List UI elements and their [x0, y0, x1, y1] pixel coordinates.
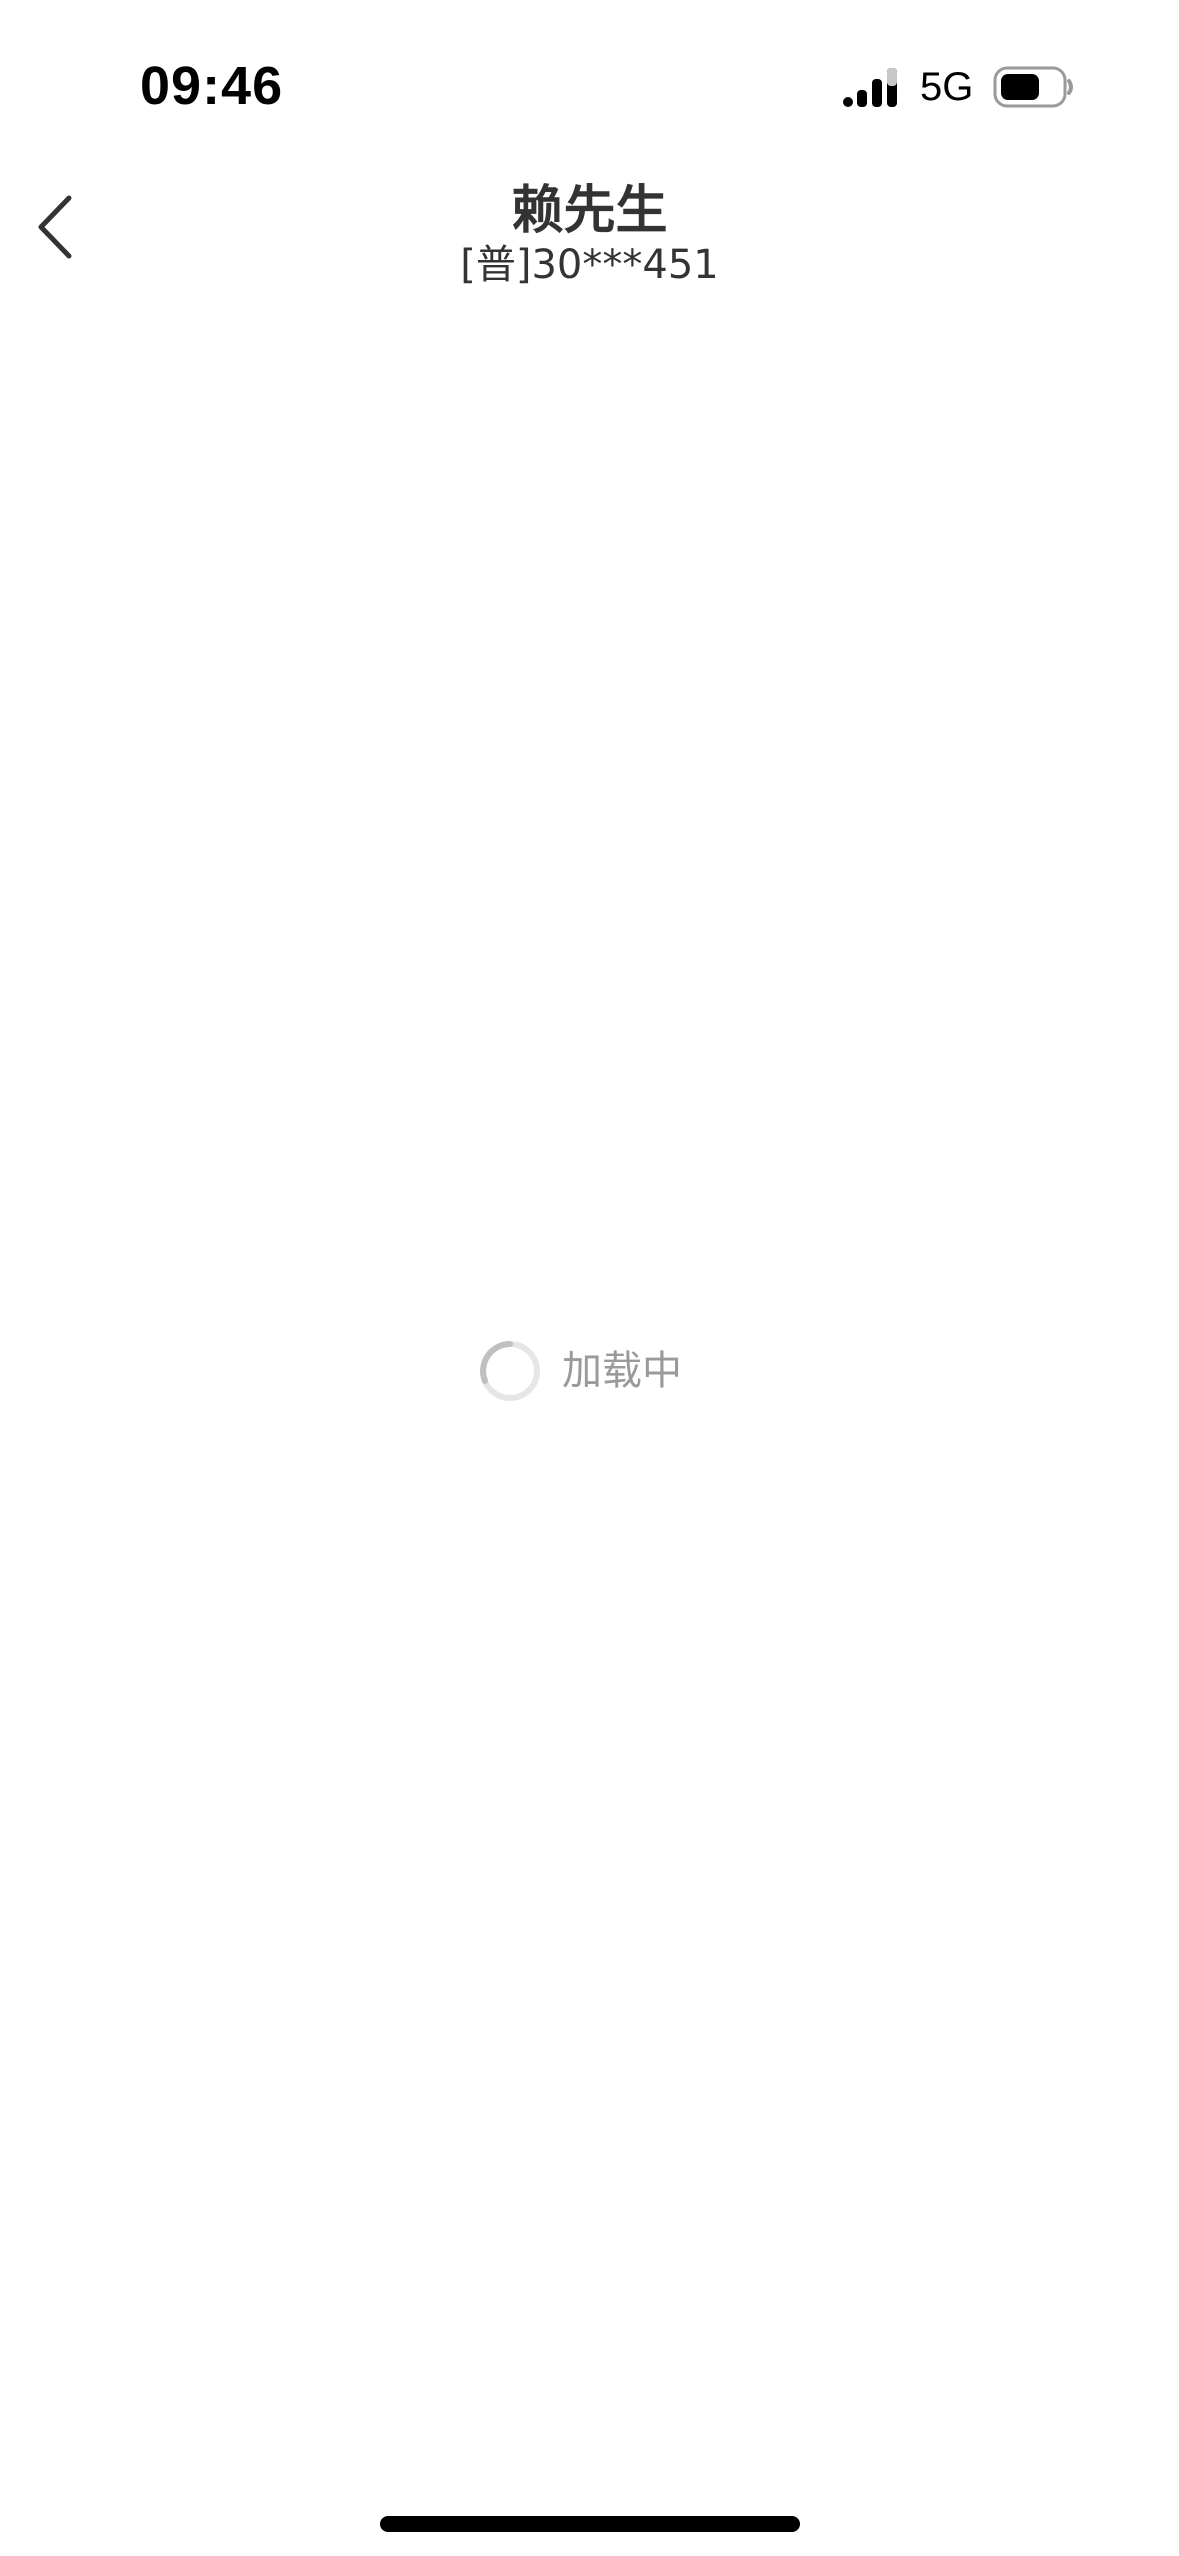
contact-id: [普]30***451 — [460, 242, 719, 288]
contact-name: 赖先生 — [511, 181, 668, 241]
status-time: 09:46 — [140, 56, 284, 116]
home-indicator[interactable] — [380, 2516, 800, 2532]
loading-text: 加载中 — [562, 1348, 682, 1394]
screen: 09:46 5G 赖先生 [普]30***451 加载中 — [0, 0, 1179, 2556]
battery-icon — [993, 66, 1073, 108]
navigation-bar: 赖先生 [普]30***451 — [0, 170, 1179, 300]
network-type: 5G — [920, 65, 974, 109]
loading-indicator: 加载中 — [478, 1336, 682, 1406]
spinner-icon — [480, 1341, 540, 1401]
status-bar: 09:46 5G — [0, 0, 1179, 170]
cellular-signal-icon — [843, 68, 897, 107]
